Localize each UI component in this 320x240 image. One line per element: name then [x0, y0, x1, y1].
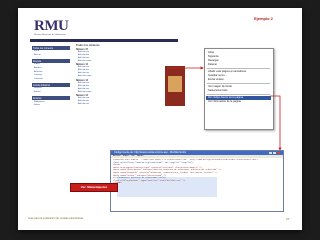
page-number: 27: [286, 217, 290, 221]
slide: Ejemplo 2 RMU Revista Mexicana de Urbani…: [18, 8, 302, 230]
menu-ver[interactable]: Ver: [131, 155, 134, 157]
slide-footer: Guía para la evaluación de revistas elec…: [28, 217, 84, 220]
code-line: </head>: [113, 181, 281, 185]
source-code: <!DOCTYPE html PUBLIC "-//W3C//DTD XHTML…: [113, 159, 281, 185]
minimize-icon[interactable]: [269, 151, 272, 155]
maximize-icon[interactable]: [273, 151, 276, 155]
view-source-window: Código fuente de: http://www.revista.mx/…: [110, 150, 284, 212]
meta-tags-label-text: Ver: Metaetiquetas: [80, 185, 108, 190]
menu-archivo[interactable]: Archivo: [113, 155, 120, 157]
close-icon[interactable]: [277, 151, 280, 155]
menu-ayuda[interactable]: Ayuda: [137, 155, 143, 157]
window-title: Código fuente de: http://www.revista.mx/…: [114, 151, 187, 154]
window-menubar: Archivo Editar Ver Ayuda: [111, 155, 283, 158]
menu-editar[interactable]: Editar: [123, 155, 129, 157]
meta-tags-label: Ver: Metaetiquetas: [70, 183, 118, 192]
arrow-menu-to-code: [270, 95, 282, 151]
